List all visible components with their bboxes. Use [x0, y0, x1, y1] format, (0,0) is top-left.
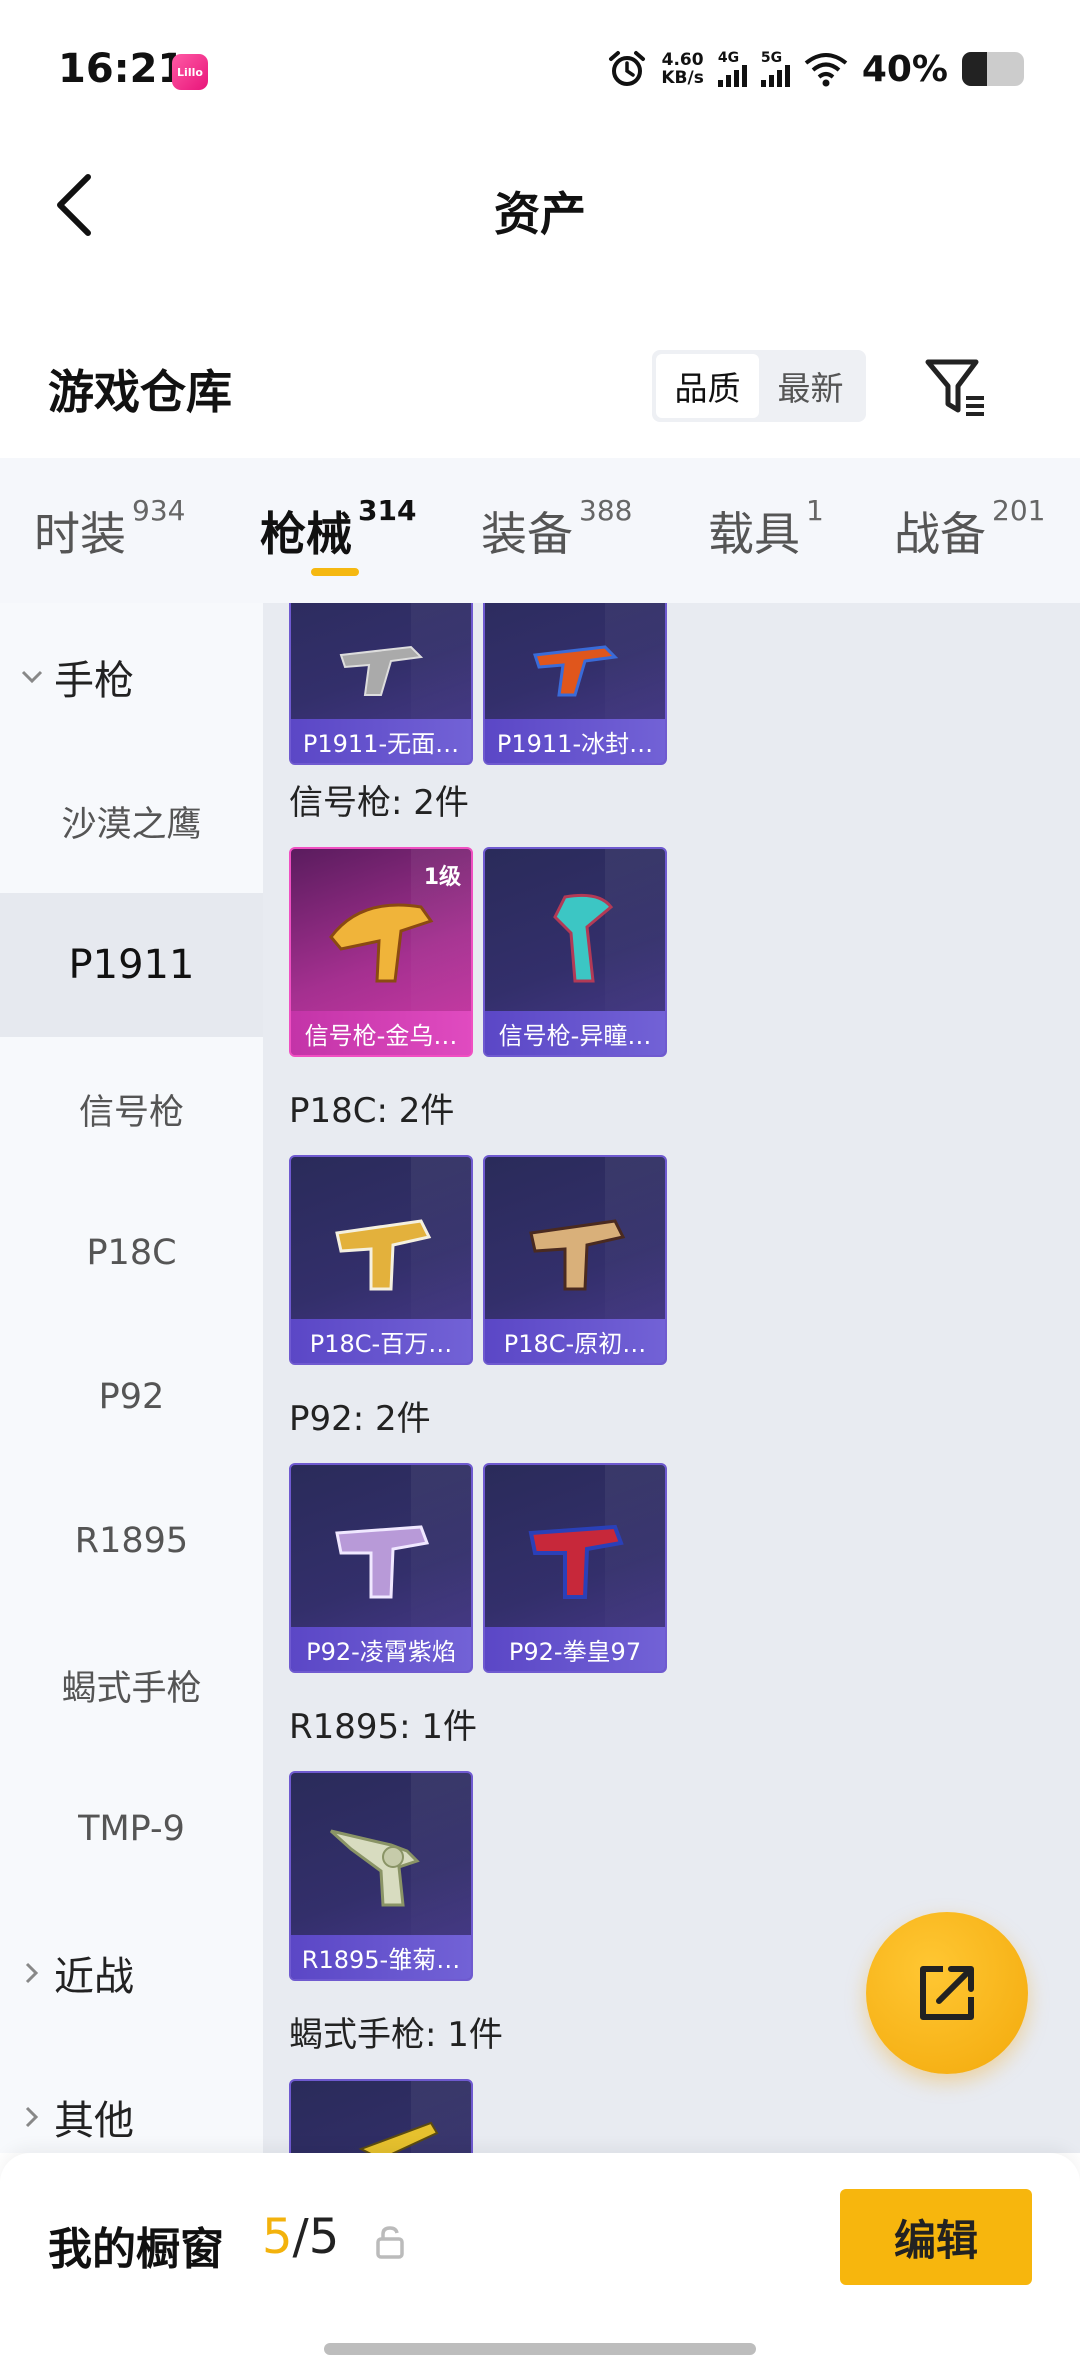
tab-gear[interactable]: 战备 201	[894, 494, 1045, 564]
tab-fashion[interactable]: 时装 934	[34, 494, 185, 564]
pistol-icon	[335, 1525, 430, 1599]
pistol-icon	[528, 1524, 624, 1599]
bottom-bar: 我的橱窗 5/5 编辑	[0, 2153, 1080, 2375]
edit-button[interactable]: 编辑	[840, 2189, 1032, 2285]
group-label: P18C: 2件	[289, 1091, 455, 1131]
tab-equipment[interactable]: 装备 388	[481, 494, 632, 564]
wifi-icon	[804, 53, 848, 87]
item-card[interactable]: 信号枪-异瞳…	[483, 847, 667, 1057]
sort-newest-option[interactable]: 最新	[759, 354, 862, 418]
category-tabs: 时装 934 枪械 314 装备 388 载具 1 战备 201	[0, 458, 1080, 603]
sidebar-item-p1911[interactable]: P1911	[0, 893, 263, 1037]
pistol-icon	[335, 1219, 432, 1291]
page-title: 资产	[494, 187, 586, 241]
chevron-right-icon	[20, 1961, 44, 1985]
sidebar-category-pistol[interactable]: 手枪	[20, 647, 134, 707]
status-icons: 4.60 KB/s 4G 5G 40%	[607, 44, 1024, 94]
group-label: 信号枪: 2件	[289, 783, 469, 823]
signal-5g-icon: 5G	[760, 51, 790, 87]
revolver-icon	[329, 1829, 420, 1907]
sort-toggle: 品质 最新	[652, 350, 866, 422]
sort-quality-option[interactable]: 品质	[656, 354, 759, 418]
tab-firearms[interactable]: 枪械 314	[260, 494, 416, 564]
warehouse-title: 游戏仓库	[48, 365, 232, 419]
share-icon	[920, 1966, 974, 2020]
alarm-icon	[609, 51, 646, 86]
showcase-count: 5/5	[262, 2209, 340, 2265]
share-button[interactable]	[866, 1912, 1028, 2074]
sidebar-item-p92[interactable]: P92	[0, 1325, 263, 1469]
pistol-icon	[339, 645, 424, 696]
lock-icon	[376, 2226, 404, 2259]
group-label: P92: 2件	[289, 1399, 431, 1439]
status-bar: 16:21 Lillo 4.60 KB/s 4G 5G 40%	[0, 0, 1080, 140]
active-tab-indicator	[311, 568, 359, 576]
item-card[interactable]: P1911-冰封…	[483, 603, 667, 765]
sidebar-item-flare-gun[interactable]: 信号枪	[0, 1037, 263, 1181]
sidebar-category-melee[interactable]: 近战	[20, 1943, 134, 2003]
item-card[interactable]: 1级 信号枪-金乌…	[289, 847, 473, 1057]
group-label: R1895: 1件	[289, 1707, 478, 1747]
flare-gun-icon	[553, 893, 614, 983]
sidebar: 手枪 沙漠之鹰 P1911 信号枪 P18C P92 R1895 蝎式手枪 TM…	[0, 603, 263, 2153]
item-card[interactable]: R1895-雏菊…	[289, 1771, 473, 1981]
item-card[interactable]: P1911-无面…	[289, 603, 473, 765]
battery-icon	[962, 52, 1024, 86]
net-speed: 4.60 KB/s	[661, 50, 704, 88]
status-time: 16:21	[58, 46, 186, 92]
sidebar-category-other[interactable]: 其他	[20, 2087, 134, 2147]
item-card[interactable]: P18C-原初…	[483, 1155, 667, 1365]
showcase-label: 我的橱窗	[48, 2224, 224, 2275]
sidebar-item-scorpion[interactable]: 蝎式手枪	[0, 1613, 263, 1757]
pistol-icon	[532, 645, 619, 697]
signal-4g-icon: 4G	[717, 51, 747, 87]
item-card[interactable]: P92-拳皇97	[483, 1463, 667, 1673]
item-card[interactable]: P18C-百万…	[289, 1155, 473, 1365]
header: 资产	[0, 140, 1080, 270]
item-card[interactable]: P92-凌霄紫焰	[289, 1463, 473, 1673]
battery-percent: 40%	[861, 48, 948, 90]
filter-icon	[925, 359, 984, 416]
sidebar-item-desert-eagle[interactable]: 沙漠之鹰	[0, 749, 263, 893]
chevron-down-icon	[20, 665, 44, 689]
filter-button[interactable]	[920, 352, 990, 422]
item-card[interactable]	[289, 2079, 473, 2153]
app-badge-icon: Lillo	[172, 54, 208, 90]
group-label: 蝎式手枪: 1件	[289, 2015, 503, 2055]
chevron-right-icon	[20, 2105, 44, 2129]
sidebar-item-tmp9[interactable]: TMP-9	[0, 1757, 263, 1901]
smg-icon	[358, 2121, 439, 2153]
flare-gun-icon	[329, 903, 434, 983]
pistol-icon	[529, 1219, 626, 1291]
warehouse-row: 游戏仓库 品质 最新	[0, 330, 1080, 445]
sidebar-item-r1895[interactable]: R1895	[0, 1469, 263, 1613]
home-indicator[interactable]	[324, 2343, 756, 2355]
sidebar-item-p18c[interactable]: P18C	[0, 1181, 263, 1325]
tab-vehicles[interactable]: 载具 1	[708, 494, 824, 564]
